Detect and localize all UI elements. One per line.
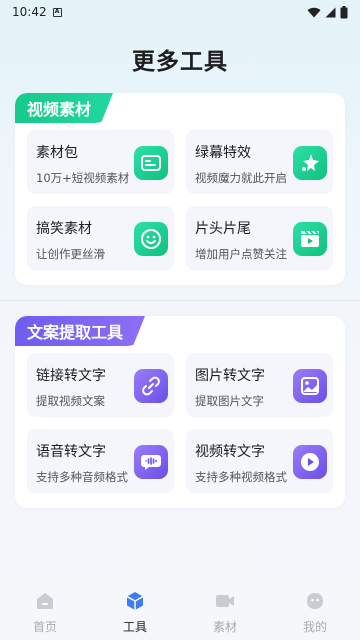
tab-label: 首页 [32,620,57,634]
camera-icon [214,590,236,612]
tool-desc: 让创作更丝滑 [36,247,105,261]
link-icon [134,369,168,403]
notification-icon: A [52,7,62,17]
tool-desc: 提取视频文案 [36,394,105,408]
signal-icon [325,7,336,17]
tab-label: 我的 [302,620,327,634]
section-header: 文案提取工具 [15,316,145,346]
status-right [307,5,348,19]
tab-home[interactable]: 首页 [0,590,90,635]
profile-icon [304,590,326,612]
tool-desc: 增加用户点赞关注 [195,247,287,261]
tool-intro-outro[interactable]: 片头片尾 增加用户点赞关注 [186,206,333,270]
tab-label: 素材 [212,620,237,634]
tool-audio-to-text[interactable]: 语音转文字 支持多种音频格式 [27,429,174,493]
tool-funny-material[interactable]: 搞笑素材 让创作更丝滑 [27,206,174,270]
tool-desc: 支持多种音频格式 [36,470,128,484]
status-bar: 10:42 A [0,0,360,24]
tool-desc: 视频魔力就此开启 [195,171,287,185]
tab-label: 工具 [122,620,147,634]
battery-icon [340,5,348,18]
folder-icon [134,146,168,180]
tool-image-to-text[interactable]: 图片转文字 提取图片文字 [186,353,333,417]
section-video-materials: 视频素材 素材包 10万+短视频素材 绿幕特效 视频魔力就此开启 搞笑素材 让创… [15,93,345,285]
status-left: 10:42 A [12,5,62,19]
tab-materials[interactable]: 素材 [180,590,270,635]
play-icon [293,445,327,479]
cube-icon [124,590,146,612]
tab-tools[interactable]: 工具 [90,590,180,635]
section-title: 视频素材 [27,100,92,119]
section-title: 文案提取工具 [27,323,124,342]
tool-video-to-text[interactable]: 视频转文字 支持多种视频格式 [186,429,333,493]
divider [0,300,360,301]
home-icon [34,590,56,612]
tool-green-screen[interactable]: 绿幕特效 视频魔力就此开启 [186,130,333,194]
tool-grid: 素材包 10万+短视频素材 绿幕特效 视频魔力就此开启 搞笑素材 让创作更丝滑 … [27,130,333,270]
smile-icon [134,222,168,256]
tool-link-to-text[interactable]: 链接转文字 提取视频文案 [27,353,174,417]
wifi-icon [307,7,321,17]
section-header: 视频素材 [15,93,113,123]
section-text-extraction: 文案提取工具 链接转文字 提取视频文案 图片转文字 提取图片文字 语音转文字 支… [15,316,345,508]
clapper-icon [293,222,327,256]
tab-bar: 首页 工具 素材 我的 [0,586,360,640]
tab-profile[interactable]: 我的 [270,590,360,635]
status-time: 10:42 [12,5,47,19]
tool-desc: 支持多种视频格式 [195,470,287,484]
page-title: 更多工具 [132,49,228,75]
audio-icon [134,445,168,479]
sparkle-icon [293,146,327,180]
image-icon [293,369,327,403]
tool-desc: 10万+短视频素材 [36,171,130,185]
tool-grid: 链接转文字 提取视频文案 图片转文字 提取图片文字 语音转文字 支持多种音频格式… [27,353,333,493]
tool-desc: 提取图片文字 [195,394,264,408]
tool-material-pack[interactable]: 素材包 10万+短视频素材 [27,130,174,194]
